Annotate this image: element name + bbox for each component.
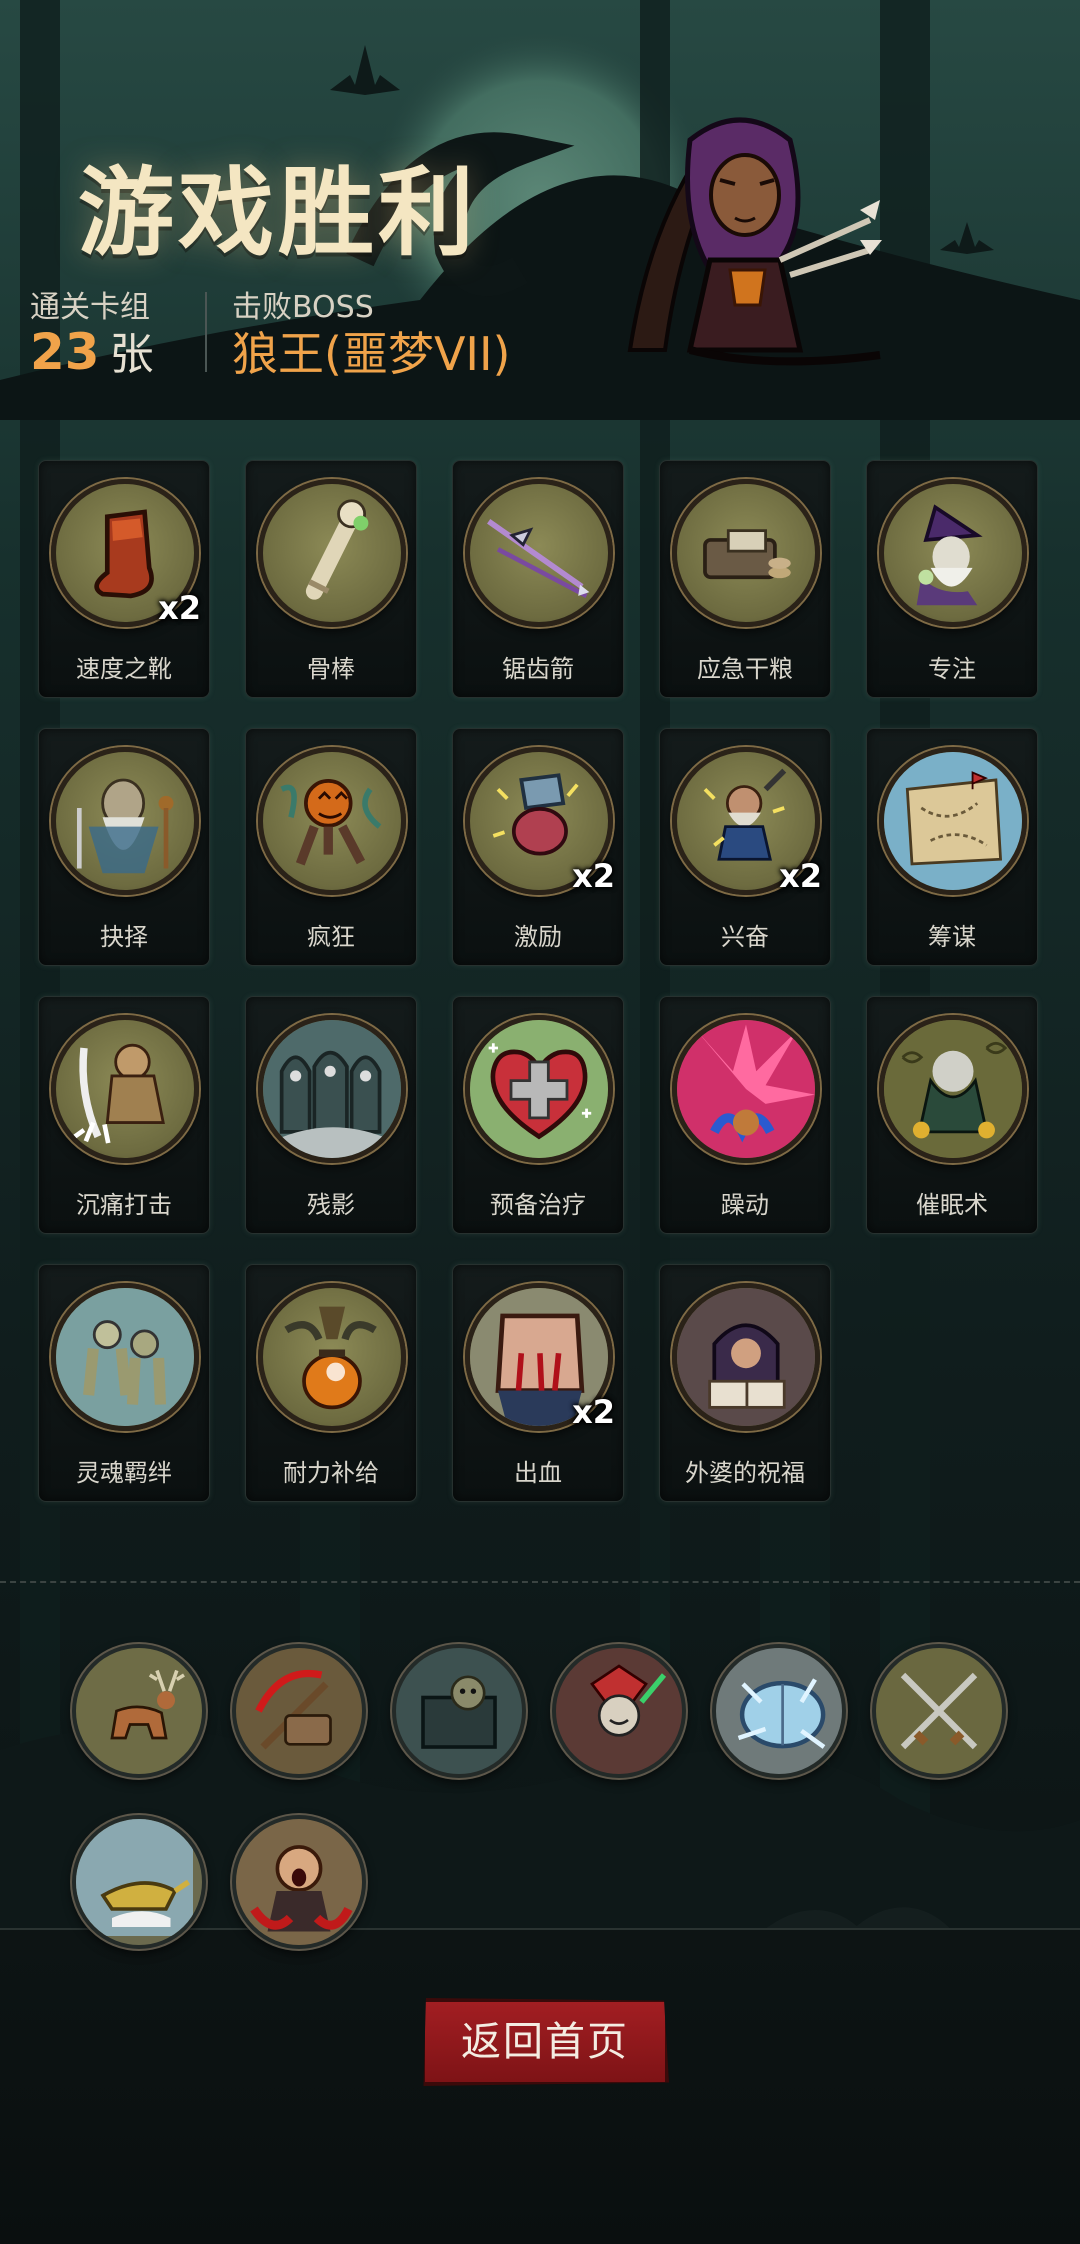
crossed-swords-icon[interactable]	[872, 1644, 1006, 1778]
card-count-badge: x2	[572, 857, 615, 895]
card-item[interactable]: 激励 x2	[452, 728, 624, 966]
return-home-button[interactable]: 返回首页	[423, 1998, 669, 2086]
stat-divider	[205, 292, 207, 372]
card-item[interactable]: 预备治疗	[452, 996, 624, 1234]
bone-club-icon	[258, 479, 406, 627]
heart-cross-icon	[465, 1015, 613, 1163]
chest-icon[interactable]	[392, 1644, 526, 1778]
card-name: 骨棒	[307, 655, 355, 683]
ice-mirror-icon[interactable]	[712, 1644, 846, 1778]
bottom-bar	[0, 1928, 1080, 2244]
card-item[interactable]: 筹谋	[866, 728, 1038, 966]
card-item[interactable]: 出血 x2	[452, 1264, 624, 1502]
spirits-icon	[51, 1283, 199, 1431]
hooded-archer-illustration	[627, 117, 882, 366]
lamp-icon[interactable]	[72, 1815, 206, 1949]
card-name: 抉择	[100, 923, 148, 951]
card-count-badge: x2	[572, 1393, 615, 1431]
deer-icon[interactable]	[72, 1644, 206, 1778]
hooded-figures-icon	[258, 1015, 406, 1163]
card-name: 锯齿箭	[502, 655, 574, 683]
potion-icon	[258, 1283, 406, 1431]
card-item[interactable]: 骨棒	[245, 460, 417, 698]
victory-title: 游戏胜利	[78, 157, 478, 269]
card-item[interactable]: 锯齿箭	[452, 460, 624, 698]
screaming-man-icon[interactable]	[232, 1815, 366, 1949]
card-name: 预备治疗	[490, 1191, 586, 1219]
burst-icon	[672, 1015, 820, 1163]
card-item[interactable]: 抉择	[38, 728, 210, 966]
card-item[interactable]: 专注	[866, 460, 1038, 698]
card-count-badge: x2	[158, 589, 201, 627]
card-item[interactable]: 耐力补给	[245, 1264, 417, 1502]
card-name: 残影	[307, 1191, 355, 1219]
pumpkin-icon	[258, 747, 406, 895]
card-name: 筹谋	[928, 923, 976, 951]
map-icon	[879, 747, 1027, 895]
card-item[interactable]: 沉痛打击	[38, 996, 210, 1234]
jester-icon[interactable]	[552, 1644, 686, 1778]
card-name: 躁动	[721, 1191, 769, 1219]
card-item[interactable]: 应急干粮	[659, 460, 831, 698]
card-item[interactable]: 速度之靴 x2	[38, 460, 210, 698]
card-name: 兴奋	[721, 923, 769, 951]
wizard-icon	[879, 479, 1027, 627]
rations-icon	[672, 479, 820, 627]
card-item[interactable]: 兴奋 x2	[659, 728, 831, 966]
card-name: 耐力补给	[283, 1459, 379, 1487]
card-item[interactable]: 躁动	[659, 996, 831, 1234]
section-separator	[0, 1581, 1080, 1583]
card-name: 激励	[514, 923, 562, 951]
card-name: 速度之靴	[76, 655, 172, 683]
elder-icon	[51, 747, 199, 895]
arrow-icon	[465, 479, 613, 627]
card-name: 应急干粮	[697, 655, 793, 683]
hypnotist-icon	[879, 1015, 1027, 1163]
card-name: 灵魂羁绊	[76, 1459, 172, 1487]
cleared-deck-count: 23 张	[30, 318, 154, 382]
card-name: 沉痛打击	[76, 1191, 172, 1219]
deck-count-number: 23	[30, 323, 100, 381]
card-item[interactable]: 残影	[245, 996, 417, 1234]
grandma-icon	[672, 1283, 820, 1431]
card-name: 外婆的祝福	[685, 1459, 805, 1487]
scythe-icon[interactable]	[232, 1644, 366, 1778]
card-name: 疯狂	[307, 923, 355, 951]
card-item[interactable]: 外婆的祝福	[659, 1264, 831, 1502]
boss-name: 狼王(噩梦VII)	[232, 327, 511, 381]
card-name: 出血	[514, 1459, 562, 1487]
card-name: 专注	[928, 655, 976, 683]
card-item[interactable]: 疯狂	[245, 728, 417, 966]
card-item[interactable]: 催眠术	[866, 996, 1038, 1234]
brute-icon	[51, 1015, 199, 1163]
card-item[interactable]: 灵魂羁绊	[38, 1264, 210, 1502]
card-name: 催眠术	[916, 1191, 988, 1219]
card-count-badge: x2	[779, 857, 822, 895]
deck-count-unit: 张	[109, 329, 154, 380]
